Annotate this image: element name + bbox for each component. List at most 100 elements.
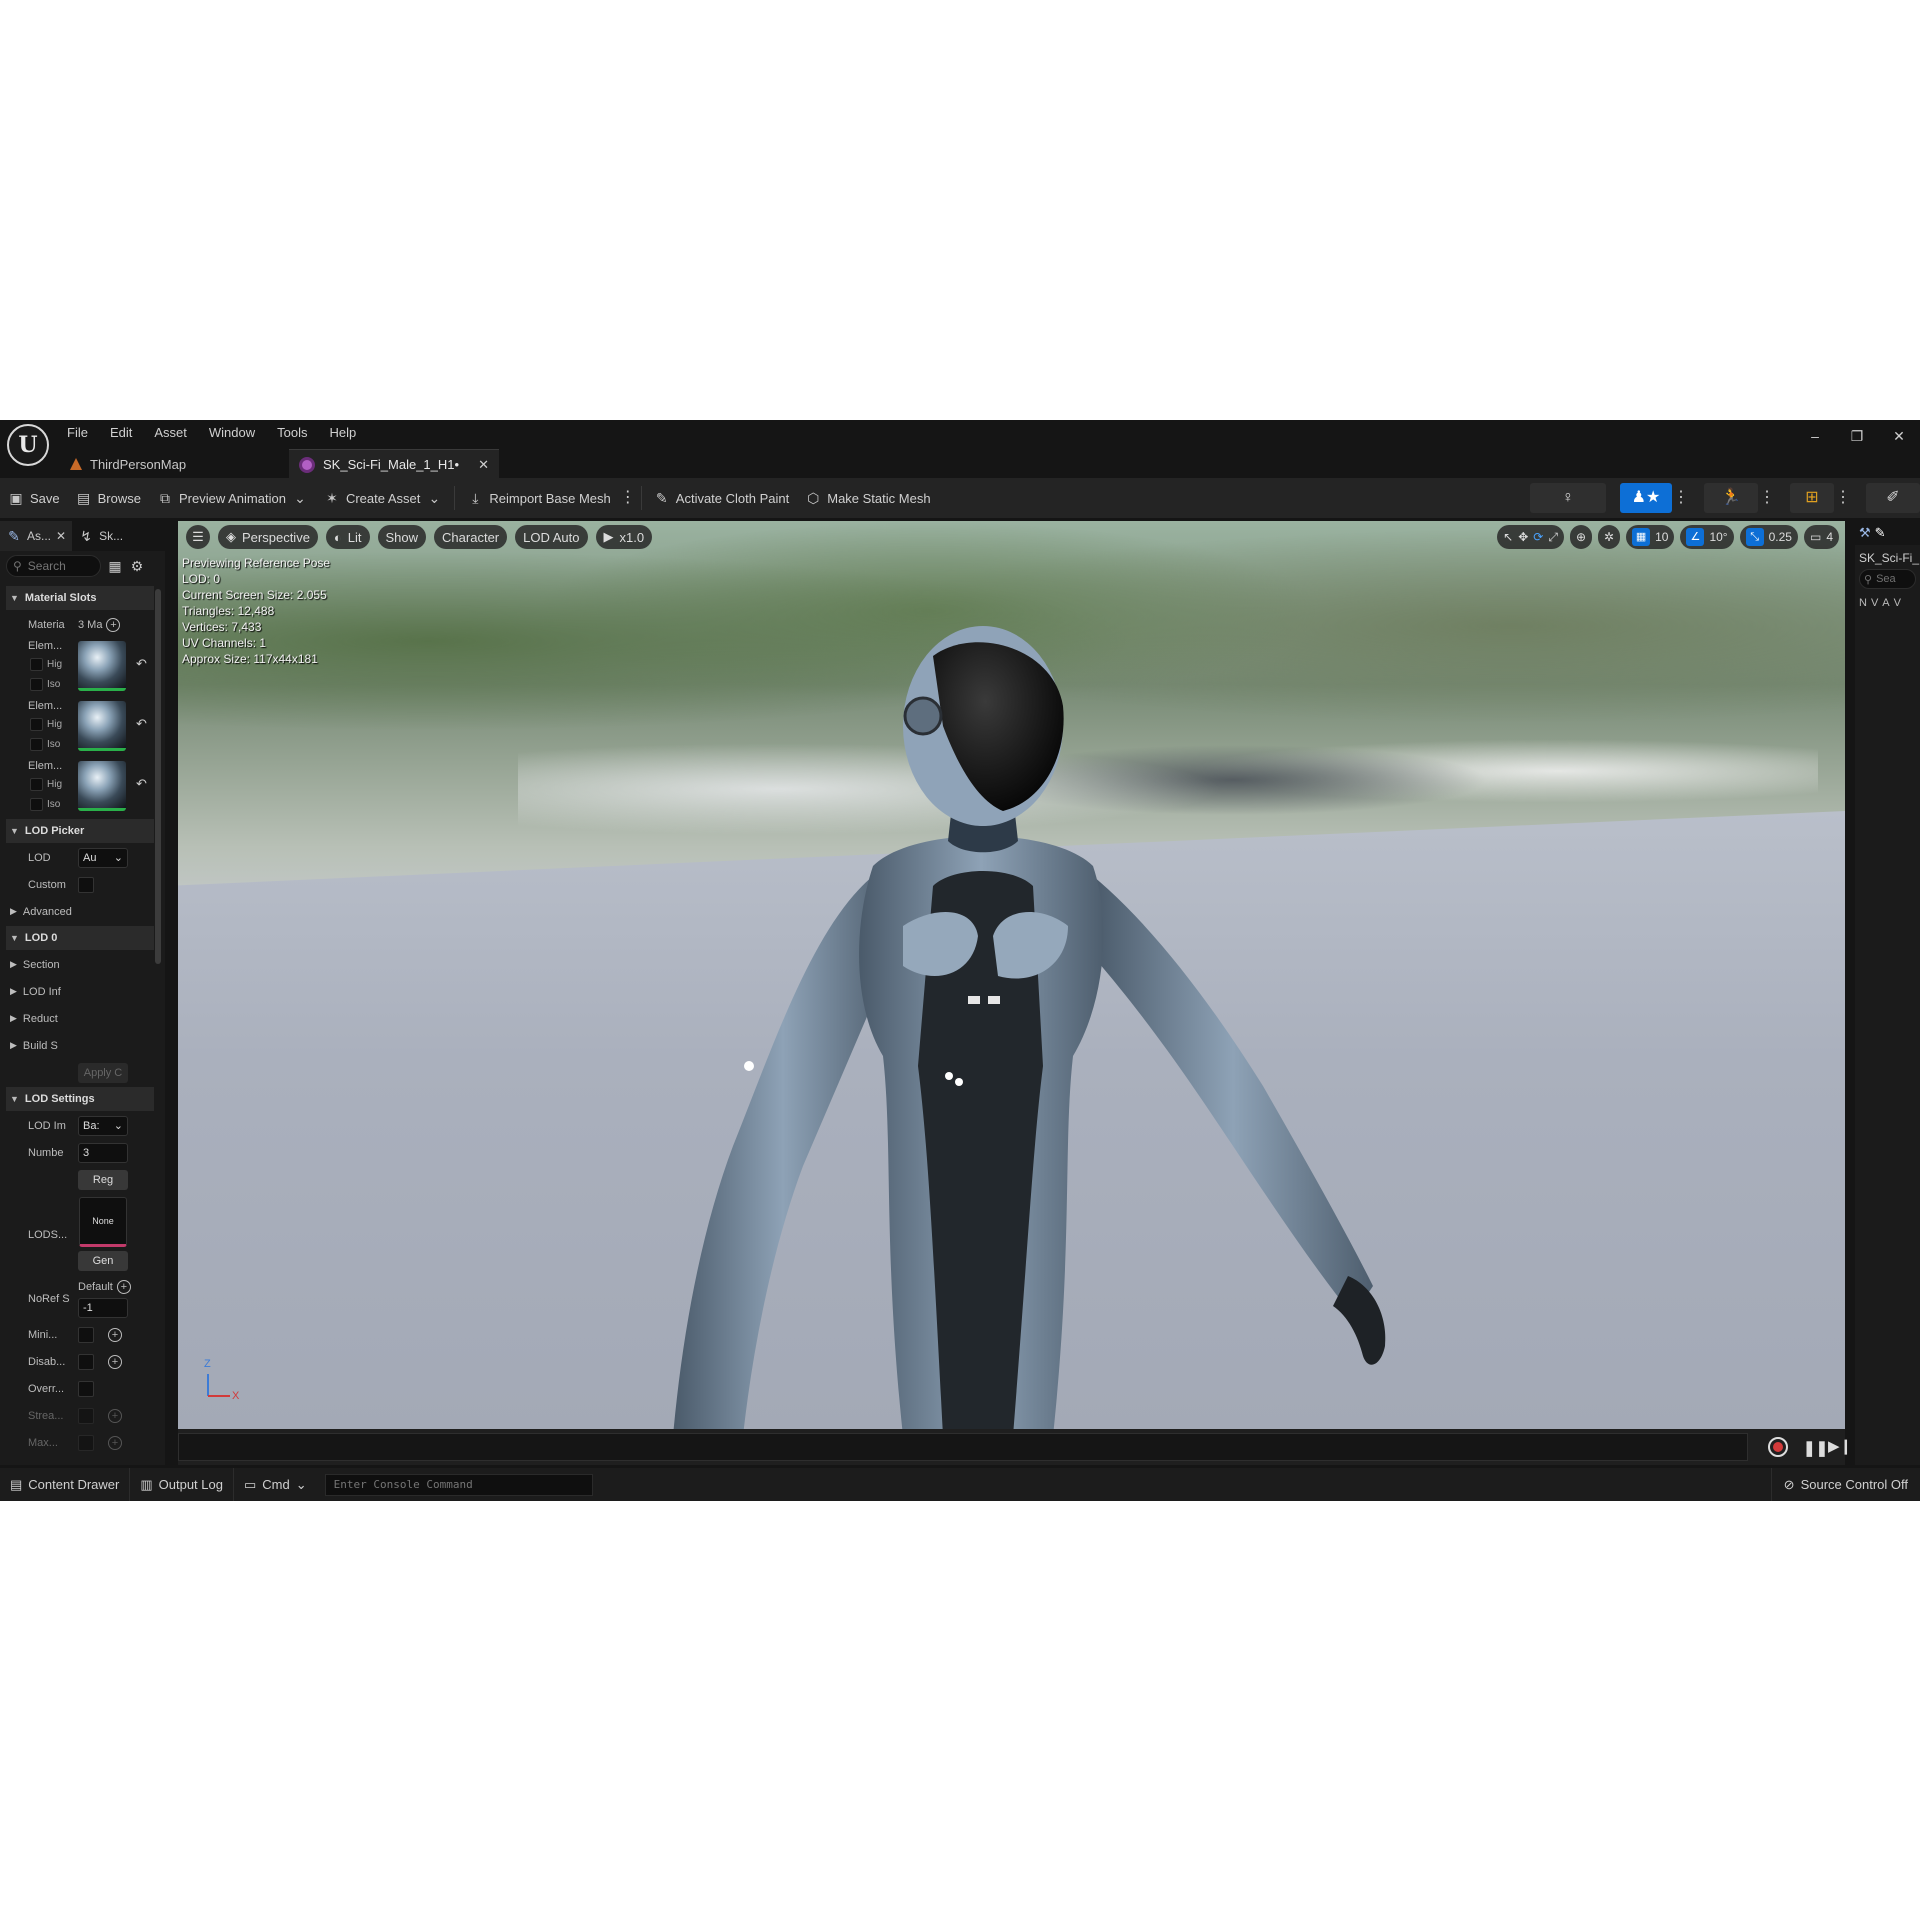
highlight-checkbox[interactable]	[30, 778, 43, 791]
isolate-toggle[interactable]: Iso	[30, 798, 60, 811]
lod-dropdown[interactable]: Au ⌄	[78, 847, 128, 868]
world-local-toggle[interactable]: ⊕	[1569, 525, 1593, 549]
add-override-icon[interactable]: +	[108, 1435, 122, 1450]
console-input[interactable]	[333, 1474, 592, 1495]
lod-settings-asset-thumbnail[interactable]: None	[79, 1197, 127, 1247]
details-icon[interactable]: ✎	[1875, 525, 1886, 541]
material-thumbnail[interactable]	[78, 701, 126, 751]
camera-speed-control[interactable]: ▭ 4	[1803, 525, 1839, 549]
right-search-box[interactable]: ⚲ Sea	[1859, 569, 1916, 589]
animation-options-icon[interactable]: ⋮	[1758, 483, 1776, 513]
output-log-button[interactable]: ▥ Output Log	[130, 1468, 234, 1501]
category-lod0[interactable]: ▼ LOD 0	[6, 926, 154, 950]
search-input[interactable]	[27, 559, 98, 573]
isolate-checkbox[interactable]	[30, 798, 43, 811]
step-forward-icon[interactable]: ▶❙	[1828, 1437, 1852, 1455]
skeleton-editor-button[interactable]: ♀	[1530, 483, 1606, 513]
material-thumbnail[interactable]	[78, 761, 126, 811]
tab-skeletal-mesh[interactable]: SK_Sci-Fi_Male_1_H1• ✕	[289, 449, 499, 479]
content-drawer-button[interactable]: ▤ Content Drawer	[0, 1468, 131, 1501]
reset-arrow-icon[interactable]: ↶	[136, 776, 147, 792]
rotate-icon[interactable]: ⟳	[1533, 530, 1543, 544]
gear-icon[interactable]: ⚙	[129, 558, 145, 574]
physics-editor-button[interactable]: ✐	[1866, 483, 1920, 513]
make-static-mesh-button[interactable]: ⬡ Make Static Mesh	[797, 483, 938, 513]
blueprint-editor-button[interactable]: ⊞	[1790, 483, 1834, 513]
blueprint-options-icon[interactable]: ⋮	[1834, 483, 1852, 513]
source-control-status[interactable]: ⊘ Source Control Off	[1770, 1468, 1920, 1501]
lod0-info-row[interactable]: ▶ LOD Inf	[6, 978, 154, 1005]
filter-v[interactable]: V	[1871, 597, 1878, 609]
generate-button[interactable]: Gen	[78, 1251, 128, 1271]
grid-snap-control[interactable]: ▦ 10	[1626, 525, 1675, 549]
category-lod-picker[interactable]: ▼ LOD Picker	[6, 819, 154, 843]
highlight-toggle[interactable]: Hig	[30, 718, 62, 731]
category-material-slots[interactable]: ▼ Material Slots	[6, 586, 154, 610]
lod-auto-button[interactable]: LOD Auto	[515, 525, 588, 549]
lod0-build-row[interactable]: ▶ Build S	[6, 1032, 154, 1059]
rotation-snap-control[interactable]: ∠ 10°	[1680, 525, 1734, 549]
scene-settings-icon[interactable]: ⚒	[1859, 525, 1871, 541]
add-platform-override-icon[interactable]: +	[116, 1280, 131, 1294]
filter-n[interactable]: N	[1859, 597, 1867, 609]
min-lod-field[interactable]	[78, 1326, 94, 1343]
playback-speed-button[interactable]: ▶ x1.0	[595, 525, 653, 549]
perspective-button[interactable]: ◈ Perspective	[218, 525, 318, 549]
reimport-options-icon[interactable]: ⋮	[619, 483, 637, 513]
highlight-toggle[interactable]: Hig	[30, 778, 62, 791]
regenerate-button[interactable]: Reg	[78, 1169, 128, 1190]
scale-snap-control[interactable]: ⤡ 0.25	[1739, 525, 1798, 549]
close-tab-icon[interactable]: ✕	[478, 457, 489, 473]
tab-thirdpersonmap[interactable]: ThirdPersonMap	[60, 449, 275, 479]
show-button[interactable]: Show	[377, 525, 427, 549]
category-lod-settings[interactable]: ▼ LOD Settings	[6, 1087, 154, 1111]
menu-tools[interactable]: Tools	[266, 424, 318, 442]
viewport-options-button[interactable]: ☰	[186, 525, 210, 549]
material-thumbnail[interactable]	[78, 641, 126, 691]
tab-skeleton-tree[interactable]: ↯ Sk...	[72, 521, 129, 551]
custom-checkbox[interactable]	[78, 876, 94, 893]
preview-animation-button[interactable]: ⧉ Preview Animation ⌄	[149, 483, 316, 513]
close-window-button[interactable]: ✕	[1878, 420, 1920, 452]
scale-icon[interactable]: ⤢	[1548, 530, 1558, 545]
advanced-row[interactable]: ▶ Advanced	[6, 898, 154, 925]
details-search-box[interactable]: ⚲	[6, 555, 101, 577]
number-of-lods-field[interactable]: 3	[78, 1142, 128, 1163]
lod0-sections-row[interactable]: ▶ Section	[6, 951, 154, 978]
override-checkbox[interactable]	[78, 1380, 94, 1397]
reset-arrow-icon[interactable]: ↶	[136, 656, 147, 672]
isolate-toggle[interactable]: Iso	[30, 738, 60, 751]
lod0-reduction-row[interactable]: ▶ Reduct	[6, 1005, 154, 1032]
select-icon[interactable]: ↖	[1503, 530, 1513, 544]
unreal-logo-icon[interactable]: U	[7, 424, 49, 466]
browse-button[interactable]: ▤ Browse	[68, 483, 149, 513]
minimize-button[interactable]: –	[1794, 420, 1836, 452]
mesh-editor-button[interactable]: ♟★	[1620, 483, 1672, 513]
highlight-checkbox[interactable]	[30, 658, 43, 671]
highlight-toggle[interactable]: Hig	[30, 658, 62, 671]
preview-viewport[interactable]: ☰ ◈ Perspective ◐ Lit Show Character LOD…	[178, 521, 1845, 1429]
add-override-icon[interactable]: +	[108, 1327, 122, 1342]
disable-checkbox[interactable]	[78, 1353, 94, 1370]
max-lods-field[interactable]	[78, 1434, 94, 1451]
create-asset-button[interactable]: ✶ Create Asset ⌄	[316, 483, 450, 513]
animation-timeline[interactable]	[178, 1433, 1748, 1461]
console-command-field[interactable]	[324, 1473, 593, 1496]
noref-value-field[interactable]: -1	[78, 1298, 128, 1318]
filter-a[interactable]: A	[1882, 597, 1889, 609]
lit-button[interactable]: ◐ Lit	[325, 525, 370, 549]
lod-import-dropdown[interactable]: Ba: ⌄	[78, 1115, 128, 1136]
character-button[interactable]: Character	[434, 525, 508, 549]
isolate-checkbox[interactable]	[30, 738, 43, 751]
record-button[interactable]	[1768, 1437, 1788, 1457]
add-material-icon[interactable]: +	[106, 617, 121, 632]
add-override-icon[interactable]: +	[108, 1408, 122, 1423]
surface-snap-toggle[interactable]: ✲	[1598, 525, 1621, 549]
cmd-selector[interactable]: ▭ Cmd ⌄	[234, 1468, 317, 1501]
reimport-base-mesh-button[interactable]: ⤓ Reimport Base Mesh	[459, 483, 618, 513]
reset-arrow-icon[interactable]: ↶	[136, 716, 147, 732]
streaming-checkbox[interactable]	[78, 1407, 94, 1424]
close-tab-icon[interactable]: ✕	[56, 529, 66, 543]
activate-cloth-paint-button[interactable]: ✎ Activate Cloth Paint	[646, 483, 797, 513]
apply-changes-button[interactable]: Apply C	[78, 1062, 128, 1083]
